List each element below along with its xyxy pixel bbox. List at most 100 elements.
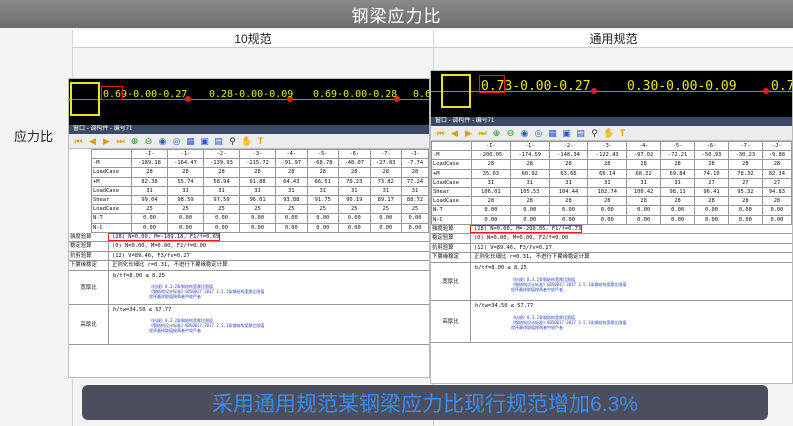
table-cell: 28 [660, 196, 696, 207]
table-cell: 31 [203, 185, 241, 196]
prev-icon[interactable]: ◀ [449, 128, 460, 139]
table-cell: 104.44 [548, 186, 589, 198]
table-cell: 96.01 [239, 194, 277, 206]
table-cell: -174.59 [509, 150, 550, 161]
table-cell: 25 [203, 204, 241, 215]
table-row: Shear 106.01 105.53 104.44 102.74 100.42 98.11… [431, 186, 792, 198]
table-cell: -91.97 [275, 158, 308, 169]
remove-icon[interactable]: ⊖ [143, 136, 154, 147]
internal-force-table: -I- -1- -2- -3- -4- -5- -6- -7- -J- -M -200.05 -174… [431, 140, 792, 225]
table-cell: 100.42 [626, 186, 662, 198]
height-thickness-formula: h/tw=34.50 ≤ 57.77 [113, 306, 172, 313]
fit-icon[interactable]: ▣ [199, 136, 210, 147]
last-icon[interactable]: ⏭ [477, 128, 488, 139]
table-cell: 0.00 [338, 222, 371, 233]
next-icon[interactable]: ▶ [463, 128, 474, 139]
export-icon[interactable]: ▤ [575, 128, 586, 139]
first-icon[interactable]: ⏮ [73, 136, 84, 147]
zoom-in-icon[interactable]: ◉ [519, 128, 530, 139]
table-cell: 0.00 [401, 213, 429, 224]
table-cell: -148.34 [548, 150, 589, 161]
fit-icon[interactable]: ▣ [561, 128, 572, 139]
text-icon[interactable]: T [617, 128, 628, 139]
table-cell: 31 [130, 185, 169, 196]
highlight-box [479, 75, 505, 93]
grid-icon[interactable]: ▦ [547, 128, 558, 139]
check-list: 强度验算 (28) N=0.00, M=-200.05, F1/f=0.73 稳定验… [431, 224, 792, 263]
code-note: 《抗规》8.3.2条钢结构宽厚比限值 《钢结构设计标准》GB50017-2017… [511, 315, 626, 330]
table-cell: 28 [548, 196, 589, 207]
add-icon[interactable]: ⊕ [491, 128, 502, 139]
last-icon[interactable]: ⏭ [115, 136, 126, 147]
note-line: 《钢结构设计标准》GB50017-2017 3.5.1条钢结构宽厚比限值 [149, 288, 265, 294]
find-icon[interactable]: ⚲ [227, 136, 238, 147]
export-icon[interactable]: ▤ [213, 136, 224, 147]
table-cell: -J- [401, 148, 429, 160]
check-list: 强度验算 (28) N=0.00, M=-189.18, F1/f=0.69 稳定验… [69, 232, 429, 271]
table-cell: -1- [509, 140, 550, 152]
next-icon[interactable]: ▶ [101, 136, 112, 147]
table-cell: 25 [401, 204, 429, 215]
table-cell: 28 [626, 159, 662, 170]
table-cell: 31 [548, 177, 589, 188]
table-row: +M 35.03 60.92 63.66 66.14 68.22 69.84 74.10 78.… [431, 168, 792, 179]
table-cell: 74.10 [694, 168, 729, 179]
table-cell: 69.84 [660, 168, 696, 179]
table-cell: 27 [694, 177, 729, 188]
table-cell: -189.18 [130, 158, 169, 169]
grid-icon[interactable]: ▦ [185, 136, 196, 147]
table-cell: 0.00 [369, 213, 403, 224]
table-cell: 102.74 [587, 186, 628, 198]
table-cell: 95.32 [727, 186, 763, 198]
table-wrapper: -I- -1- -2- -3- -4- -5- -6- -7- -J- -M -189.18 -164… [69, 148, 429, 233]
table-cell: 25 [369, 204, 403, 215]
table-cell: 28 [401, 167, 429, 178]
table-cell: N-T [91, 213, 132, 224]
table-cell: 28 [509, 159, 550, 170]
table-row: LoadCase 31 31 31 31 31 31 31 31 31 [91, 185, 429, 196]
note-line: 《钢结构设计标准》GB50017-2017 3.5.1条钢结构宽厚比限值 [511, 281, 627, 287]
table-cell: 28 [167, 167, 205, 178]
first-icon[interactable]: ⏮ [435, 128, 446, 139]
table-cell: -122.43 [587, 150, 628, 161]
note-line: 《钢结构设计标准》GB50017-2017 3.5.1条钢结构宽厚比限值 [511, 319, 627, 325]
zoom-out-icon[interactable]: ◎ [171, 136, 182, 147]
table-cell: 0.00 [761, 214, 792, 225]
table-cell: 28 [306, 167, 340, 178]
table-cell: 70.23 [338, 176, 371, 187]
table-cell: 0.00 [338, 213, 371, 224]
hand-icon[interactable]: ✋ [603, 128, 614, 139]
find-icon[interactable]: ⚲ [589, 128, 600, 139]
table-cell: 28 [587, 196, 628, 207]
zoom-out-icon[interactable]: ◎ [533, 128, 544, 139]
table-cell: -I- [130, 148, 169, 160]
add-icon[interactable]: ⊕ [129, 136, 140, 147]
prev-icon[interactable]: ◀ [87, 136, 98, 147]
table-cell: 0.00 [306, 222, 340, 233]
hand-icon[interactable]: ✋ [241, 136, 252, 147]
row-label: 应力比 [14, 129, 54, 144]
table-cell: -50.93 [694, 150, 729, 161]
table-cell: 28 [694, 196, 729, 207]
text-icon[interactable]: T [255, 136, 266, 147]
segment-value: 0.69-0.00-0.28 [313, 89, 398, 100]
table-cell: 31 [369, 185, 403, 196]
column-header-left: 10规范 [73, 30, 433, 48]
remove-icon[interactable]: ⊖ [505, 128, 516, 139]
conclusion-banner: 采用通用规范某钢梁应力比现行规范增加6.3% [82, 385, 768, 420]
window-title: 窗口 - 调构件 - 编号71 [431, 117, 792, 126]
height-thickness-label: 高厚比 [69, 304, 109, 344]
table-cell: 31 [587, 177, 628, 188]
table-cell: -I- [471, 140, 511, 152]
table-cell: 0.00 [548, 214, 589, 225]
note-line: 程序最终取值按两者中较严者 [149, 293, 201, 299]
zoom-in-icon[interactable]: ◉ [157, 136, 168, 147]
table-cell: 0.00 [509, 214, 550, 225]
table-cell: -9.88 [761, 150, 792, 161]
table-cell: 28 [471, 196, 511, 207]
table-cell: 28 [239, 167, 277, 178]
table-cell [91, 148, 132, 160]
table-cell: 0.00 [626, 205, 662, 216]
table-cell: Shear [431, 186, 472, 198]
column-header-right: 通用规范 [434, 30, 793, 48]
